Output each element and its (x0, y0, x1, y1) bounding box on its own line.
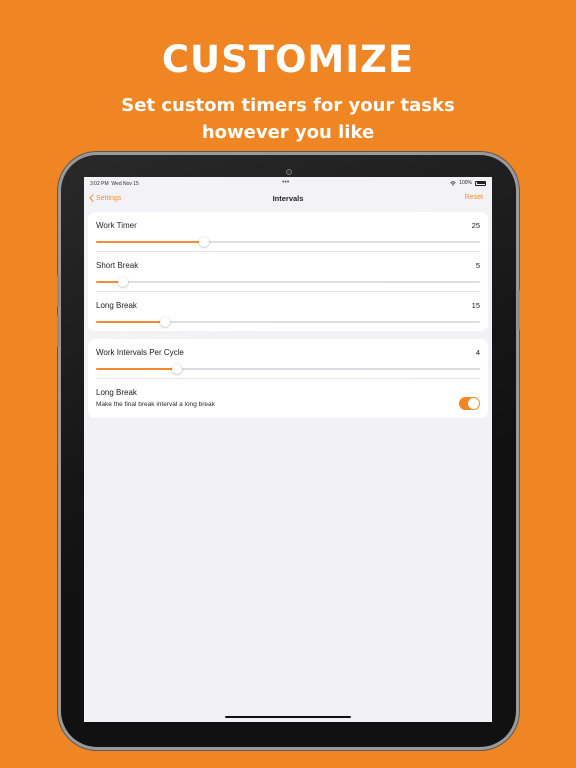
work-timer-value: 25 (471, 221, 480, 230)
slider-fill (96, 321, 166, 323)
slider-thumb[interactable] (160, 317, 171, 327)
work-timer-row: Work Timer 25 (96, 221, 480, 247)
power-button (517, 290, 520, 330)
cycle-label: Work Intervals Per Cycle (96, 348, 184, 357)
battery-percentage: 100% (459, 180, 472, 186)
long-break-toggle[interactable] (459, 397, 480, 410)
status-bar: 3:02 PM Wed Nov 15 ••• 100% (84, 179, 492, 190)
navigation-bar: Settings Intervals Reset (84, 191, 492, 205)
reset-button[interactable]: Reset (465, 194, 483, 201)
volume-down-button (57, 315, 60, 347)
short-break-slider[interactable] (96, 277, 480, 287)
slider-thumb[interactable] (198, 237, 209, 247)
multitasking-dots[interactable]: ••• (282, 179, 289, 186)
long-break-slider[interactable] (96, 317, 480, 327)
wifi-icon (450, 180, 456, 186)
slider-thumb[interactable] (117, 277, 128, 287)
divider (96, 378, 480, 379)
front-camera (286, 169, 292, 175)
work-timer-label: Work Timer (96, 221, 137, 230)
long-break-toggle-row: Long Break Make the final break interval… (96, 388, 480, 414)
cycle-value: 4 (475, 348, 480, 357)
promo-subtitle-line-1: Set custom timers for your tasks (121, 95, 455, 116)
status-clock: 3:02 PM (90, 181, 109, 187)
work-timer-slider[interactable] (96, 237, 480, 247)
cycle-row: Work Intervals Per Cycle 4 (96, 348, 480, 374)
short-break-row: Short Break 5 (96, 261, 480, 287)
promo-subtitle: Set custom timers for your tasks however… (0, 92, 576, 146)
status-indicators: 100% (450, 180, 486, 186)
long-break-toggle-label: Long Break (96, 388, 137, 397)
tablet-frame: 3:02 PM Wed Nov 15 ••• 100% Settings Int… (57, 155, 520, 747)
home-indicator[interactable] (225, 715, 351, 718)
short-break-label: Short Break (96, 261, 139, 270)
page-title: Intervals (272, 194, 304, 203)
long-break-value: 15 (471, 301, 480, 310)
slider-thumb[interactable] (171, 364, 182, 374)
long-break-label: Long Break (96, 301, 137, 310)
slider-fill (96, 368, 177, 370)
slider-track (96, 281, 480, 283)
long-break-toggle-description: Make the final break interval a long bre… (96, 401, 215, 408)
short-break-value: 5 (475, 261, 480, 270)
intervals-group: Work Timer 25 Short Break 5 Long Break 1… (88, 212, 488, 331)
divider (96, 251, 480, 252)
status-time: 3:02 PM Wed Nov 15 (90, 181, 139, 187)
status-date: Wed Nov 15 (111, 181, 139, 187)
promo-title: CUSTOMIZE (161, 38, 415, 81)
cycle-slider[interactable] (96, 364, 480, 374)
divider (96, 291, 480, 292)
long-break-row: Long Break 15 (96, 301, 480, 327)
slider-fill (96, 241, 204, 243)
cycle-group: Work Intervals Per Cycle 4 Long Break Ma… (88, 339, 488, 418)
promo-subtitle-line-2: however you like (201, 122, 375, 143)
toggle-knob (468, 398, 479, 409)
battery-icon (475, 180, 486, 186)
volume-up-button (57, 275, 60, 307)
app-screen: 3:02 PM Wed Nov 15 ••• 100% Settings Int… (84, 177, 492, 722)
